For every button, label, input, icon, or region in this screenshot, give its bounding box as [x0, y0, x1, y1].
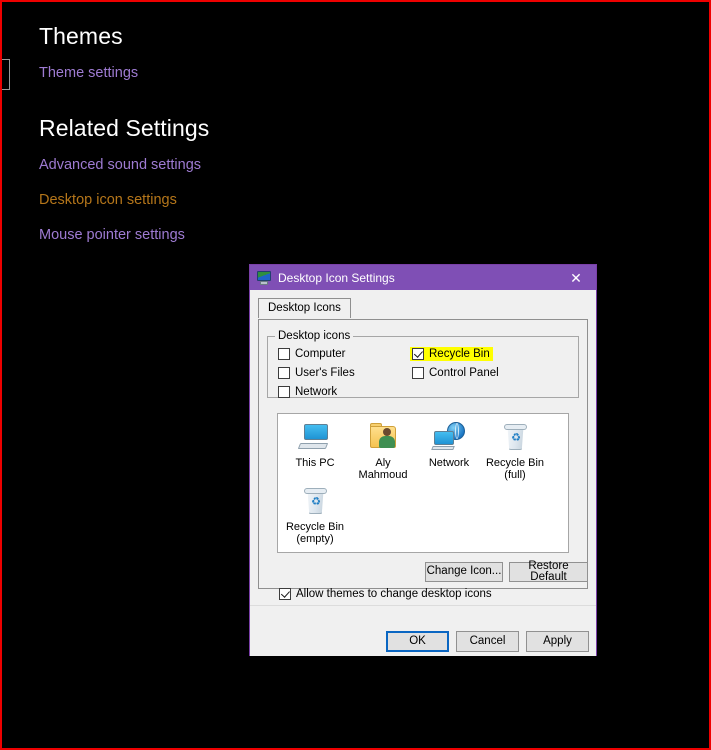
- checkbox-allow-themes[interactable]: Allow themes to change desktop icons: [279, 588, 492, 600]
- change-icon-button-label: Change Icon...: [426, 565, 502, 578]
- preview-icon-recycle-bin-empty[interactable]: ♻ Recycle Bin (empty): [282, 486, 348, 545]
- group-desktop-icons: Desktop icons Computer User's Files Netw…: [267, 330, 579, 398]
- page-title-themes: Themes: [39, 23, 123, 49]
- preview-icon-recycle-bin-empty-label-line2: (empty): [296, 533, 334, 545]
- preview-icon-user-folder-label: Aly Mahmoud: [358, 457, 408, 481]
- checkbox-computer-box[interactable]: [278, 348, 290, 360]
- checkbox-users-files[interactable]: User's Files: [278, 367, 355, 379]
- tab-panel-desktop-icons: Desktop icons Computer User's Files Netw…: [258, 319, 588, 600]
- group-desktop-icons-label: Desktop icons: [275, 330, 354, 342]
- preview-icon-recycle-bin-full-label-line1: Recycle Bin: [485, 457, 545, 469]
- ok-button-label: OK: [409, 634, 426, 647]
- link-advanced-sound-settings[interactable]: Advanced sound settings: [39, 157, 201, 173]
- dialog-titlebar[interactable]: Desktop Icon Settings ✕: [250, 265, 596, 290]
- link-theme-settings[interactable]: Theme settings: [39, 65, 138, 81]
- tab-desktop-icons[interactable]: Desktop Icons: [258, 298, 351, 318]
- icon-preview-panel: This PC Aly Mahmoud Network ♻ Recycle Bi…: [277, 413, 569, 553]
- checkbox-computer[interactable]: Computer: [278, 348, 346, 360]
- preview-icon-this-pc-label: This PC: [295, 457, 335, 469]
- preview-icon-recycle-bin-empty-label-line1: Recycle Bin: [285, 521, 345, 533]
- recycle-bin-full-icon: ♻: [498, 422, 532, 454]
- apply-button[interactable]: Apply: [526, 631, 589, 652]
- close-icon[interactable]: ✕: [556, 265, 596, 290]
- network-globe-icon: [431, 422, 466, 454]
- checkbox-allow-themes-label: Allow themes to change desktop icons: [296, 588, 492, 600]
- preview-icon-recycle-bin-full-label-line2: (full): [504, 469, 526, 481]
- checkbox-network-box[interactable]: [278, 386, 290, 398]
- desktop-icon-settings-dialog: Desktop Icon Settings ✕ Desktop Icons De…: [249, 264, 597, 656]
- link-desktop-icon-settings[interactable]: Desktop icon settings: [39, 192, 177, 208]
- checkbox-control-panel-label: Control Panel: [429, 367, 499, 379]
- apply-button-label: Apply: [543, 634, 572, 647]
- checkbox-users-files-label: User's Files: [295, 367, 355, 379]
- checkbox-network[interactable]: Network: [278, 386, 337, 398]
- recycle-bin-empty-icon: ♻: [298, 486, 332, 518]
- checkbox-recycle-bin-box[interactable]: [412, 348, 424, 360]
- cancel-button[interactable]: Cancel: [456, 631, 519, 652]
- user-folder-icon: [366, 422, 400, 454]
- ok-button[interactable]: OK: [386, 631, 449, 652]
- pane-edge-marker: [2, 59, 10, 90]
- checkbox-users-files-box[interactable]: [278, 367, 290, 379]
- preview-icon-network[interactable]: Network: [416, 422, 482, 469]
- checkbox-network-label: Network: [295, 386, 338, 398]
- screenshot-frame: Themes Theme settings Related Settings A…: [0, 0, 711, 750]
- checkbox-recycle-bin[interactable]: Recycle Bin: [410, 347, 493, 361]
- preview-icon-this-pc[interactable]: This PC: [282, 422, 348, 469]
- checkbox-allow-themes-box[interactable]: [279, 588, 291, 600]
- tab-strip: Desktop Icons: [258, 298, 596, 320]
- dialog-title: Desktop Icon Settings: [278, 270, 395, 285]
- cancel-button-label: Cancel: [469, 634, 506, 647]
- change-icon-button[interactable]: Change Icon...: [425, 562, 503, 582]
- checkbox-control-panel[interactable]: Control Panel: [412, 367, 499, 379]
- section-title-related-settings: Related Settings: [39, 115, 210, 141]
- computer-monitor-icon: [297, 422, 332, 454]
- display-monitor-icon: [256, 270, 272, 286]
- preview-icon-network-label: Network: [428, 457, 470, 469]
- link-mouse-pointer-settings[interactable]: Mouse pointer settings: [39, 227, 185, 243]
- checkbox-control-panel-box[interactable]: [412, 367, 424, 379]
- preview-icon-user-folder[interactable]: Aly Mahmoud: [350, 422, 416, 481]
- dialog-action-row: OK Cancel Apply: [250, 605, 596, 656]
- checkbox-computer-label: Computer: [295, 348, 346, 360]
- preview-icon-recycle-bin-full[interactable]: ♻ Recycle Bin (full): [482, 422, 548, 481]
- checkbox-recycle-bin-label: Recycle Bin: [429, 348, 490, 360]
- restore-default-button[interactable]: Restore Default: [509, 559, 588, 583]
- restore-default-button-label: Restore Default: [528, 559, 569, 583]
